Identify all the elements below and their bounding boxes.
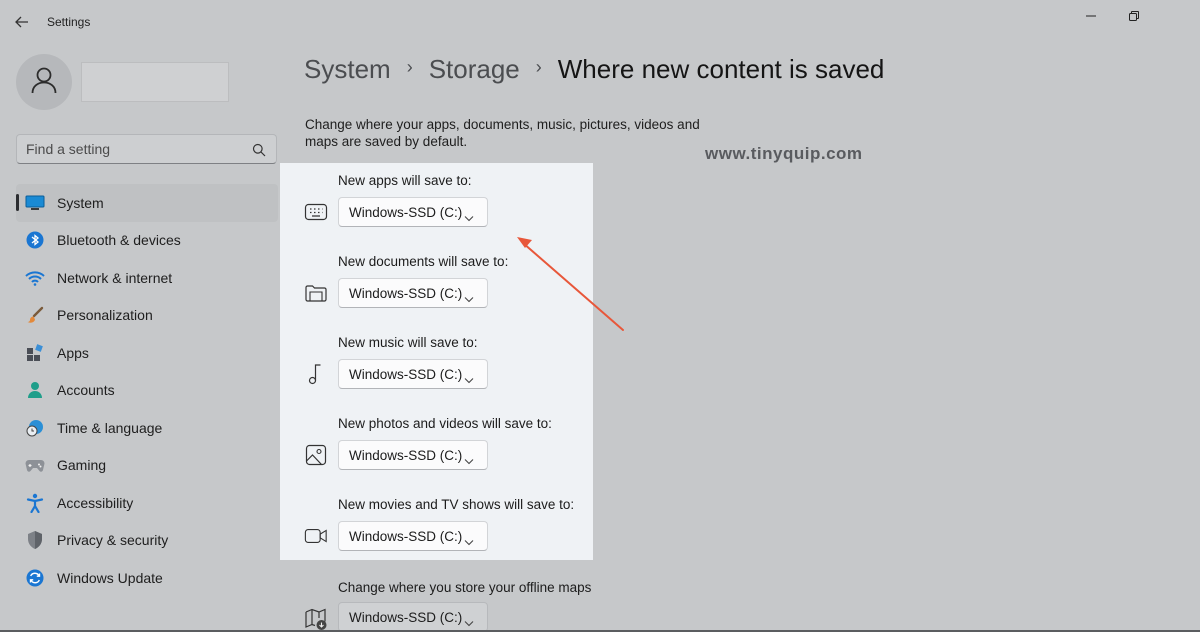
app-title: Settings bbox=[47, 15, 91, 29]
brush-icon bbox=[25, 305, 45, 325]
chevron-down-icon bbox=[464, 614, 474, 627]
sidebar-item-label: Gaming bbox=[57, 457, 107, 474]
breadcrumb: System › Storage › Where new content is … bbox=[304, 54, 884, 85]
sidebar-item-windows-update[interactable]: Windows Update bbox=[16, 559, 278, 597]
sidebar-item-label: Network & internet bbox=[57, 269, 173, 286]
dropdown-value: Windows-SSD (C:) bbox=[349, 528, 463, 544]
sidebar-item-label: Personalization bbox=[57, 307, 153, 324]
account-icon bbox=[25, 380, 45, 400]
sidebar-item-personalization[interactable]: Personalization bbox=[16, 297, 278, 335]
sidebar-item-privacy[interactable]: Privacy & security bbox=[16, 522, 278, 560]
content-locations-card: New apps will save to: Windows-SSD (C:) … bbox=[280, 163, 593, 560]
dropdown-value: Windows-SSD (C:) bbox=[349, 204, 463, 220]
sidebar-item-bluetooth[interactable]: Bluetooth & devices bbox=[16, 222, 278, 260]
update-icon bbox=[25, 568, 45, 588]
movies-location-dropdown[interactable]: Windows-SSD (C:) bbox=[338, 521, 488, 551]
person-icon bbox=[29, 65, 59, 100]
setting-label: Change where you store your offline maps bbox=[338, 580, 592, 595]
globe-clock-icon bbox=[25, 418, 45, 438]
sidebar-item-apps[interactable]: Apps bbox=[16, 334, 278, 372]
sidebar-item-label: Apps bbox=[57, 344, 89, 361]
restore-icon[interactable] bbox=[1116, 6, 1152, 26]
sidebar-item-network[interactable]: Network & internet bbox=[16, 259, 278, 297]
sidebar-item-accounts[interactable]: Accounts bbox=[16, 372, 278, 410]
breadcrumb-separator: › bbox=[406, 57, 413, 77]
image-icon bbox=[304, 443, 328, 467]
maps-location-dropdown[interactable]: Windows-SSD (C:) bbox=[338, 602, 488, 632]
chevron-down-icon bbox=[464, 371, 474, 384]
video-camera-icon bbox=[304, 524, 328, 548]
documents-location-dropdown[interactable]: Windows-SSD (C:) bbox=[338, 278, 488, 308]
sidebar-item-time-language[interactable]: Time & language bbox=[16, 409, 278, 447]
sidebar-item-gaming[interactable]: Gaming bbox=[16, 447, 278, 485]
map-download-icon bbox=[304, 607, 328, 631]
setting-label: New movies and TV shows will save to: bbox=[338, 497, 575, 512]
search-input[interactable] bbox=[26, 141, 246, 157]
avatar[interactable] bbox=[16, 54, 72, 110]
sidebar-nav: System Bluetooth & devices Network & int… bbox=[16, 184, 278, 597]
watermark: www.tinyquip.com bbox=[705, 144, 863, 163]
wifi-icon bbox=[25, 268, 45, 288]
apps-storage-icon bbox=[304, 200, 328, 224]
sidebar-item-label: Time & language bbox=[57, 419, 163, 436]
setting-label: New photos and videos will save to: bbox=[338, 416, 552, 431]
music-note-icon bbox=[304, 362, 328, 386]
user-name-redacted bbox=[81, 62, 229, 102]
search-icon[interactable] bbox=[252, 143, 266, 157]
setting-label: New documents will save to: bbox=[338, 254, 509, 269]
accessibility-icon bbox=[25, 493, 45, 513]
minimize-icon[interactable] bbox=[1073, 6, 1109, 26]
folder-icon bbox=[304, 281, 328, 305]
gamepad-icon bbox=[25, 455, 45, 475]
setting-label: New apps will save to: bbox=[338, 173, 472, 188]
dropdown-value: Windows-SSD (C:) bbox=[349, 447, 463, 463]
apps-location-dropdown[interactable]: Windows-SSD (C:) bbox=[338, 197, 488, 227]
arrow-left-icon[interactable] bbox=[12, 13, 32, 31]
dropdown-value: Windows-SSD (C:) bbox=[349, 285, 463, 301]
bluetooth-icon bbox=[25, 230, 45, 250]
shield-icon bbox=[25, 530, 45, 550]
breadcrumb-storage[interactable]: Storage bbox=[429, 54, 520, 85]
page-description: Change where your apps, documents, music… bbox=[305, 117, 700, 149]
search-box[interactable] bbox=[16, 134, 277, 164]
breadcrumb-system[interactable]: System bbox=[304, 54, 391, 85]
sidebar-item-label: Accessibility bbox=[57, 494, 134, 511]
sidebar-item-label: Windows Update bbox=[57, 569, 163, 586]
chevron-down-icon bbox=[464, 209, 474, 222]
sidebar-item-label: System bbox=[57, 194, 104, 211]
chevron-down-icon bbox=[464, 452, 474, 465]
monitor-icon bbox=[25, 193, 45, 213]
dropdown-value: Windows-SSD (C:) bbox=[349, 366, 463, 382]
chevron-down-icon bbox=[464, 533, 474, 546]
sidebar-item-label: Bluetooth & devices bbox=[57, 232, 181, 249]
chevron-down-icon bbox=[464, 290, 474, 303]
dropdown-value: Windows-SSD (C:) bbox=[349, 609, 463, 625]
title-bar: Settings bbox=[0, 0, 1200, 44]
photos-location-dropdown[interactable]: Windows-SSD (C:) bbox=[338, 440, 488, 470]
setting-label: New music will save to: bbox=[338, 335, 478, 350]
sidebar-item-label: Accounts bbox=[57, 382, 115, 399]
sidebar-item-accessibility[interactable]: Accessibility bbox=[16, 484, 278, 522]
sidebar-item-label: Privacy & security bbox=[57, 532, 169, 549]
music-location-dropdown[interactable]: Windows-SSD (C:) bbox=[338, 359, 488, 389]
breadcrumb-separator: › bbox=[535, 57, 542, 77]
sidebar-item-system[interactable]: System bbox=[16, 184, 278, 222]
apps-icon bbox=[25, 343, 45, 363]
page-title: Where new content is saved bbox=[557, 54, 885, 84]
active-indicator bbox=[16, 194, 19, 211]
annotation-arrow-icon bbox=[517, 237, 624, 331]
